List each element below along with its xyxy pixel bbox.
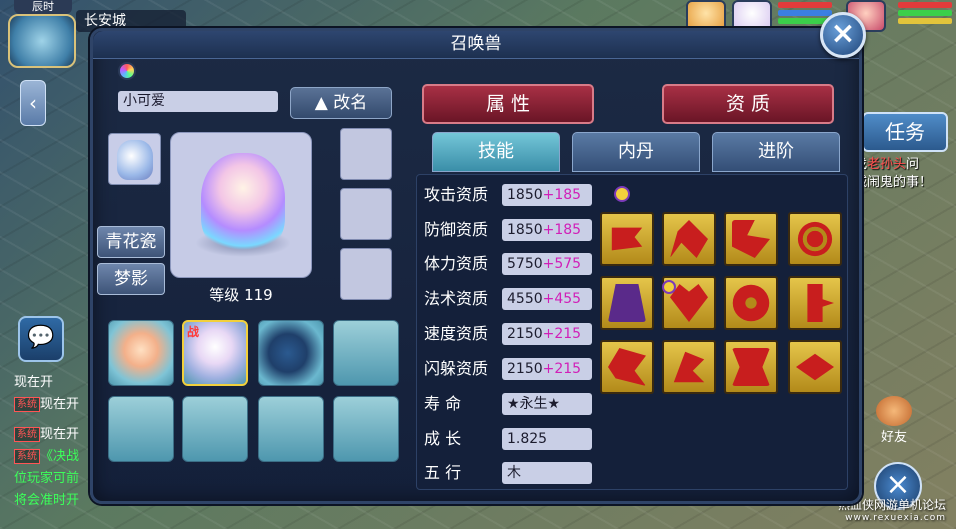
system-tag: 系统 xyxy=(14,449,40,464)
skin-button-qinghuaci[interactable]: 青花瓷 xyxy=(97,226,165,258)
player-mp-bar xyxy=(898,10,952,16)
skill-icon[interactable] xyxy=(600,340,654,394)
stat-label: 速度资质 xyxy=(424,324,489,343)
stat-label: 体力资质 xyxy=(424,254,489,273)
skill-icon[interactable] xyxy=(600,276,654,330)
element-value: 木 xyxy=(502,462,592,484)
lifespan-value: ★永生★ xyxy=(502,393,592,415)
stat-value: 5750+575 xyxy=(502,253,592,275)
panel-title: 召唤兽 xyxy=(450,34,502,54)
mp-bar xyxy=(778,10,832,16)
skill-icon[interactable] xyxy=(600,212,654,266)
player-sp-bar xyxy=(898,18,952,24)
pet-slot-empty[interactable] xyxy=(108,396,174,462)
chat-bubble-icon[interactable]: 💬 xyxy=(18,316,64,362)
stat-value: 1850+185 xyxy=(502,184,592,206)
stat-label: 五 行 xyxy=(424,463,462,482)
skill-icon[interactable] xyxy=(662,212,716,266)
stat-label: 攻击资质 xyxy=(424,185,489,204)
minimap-emblem[interactable] xyxy=(8,14,76,68)
skill-icon[interactable] xyxy=(724,340,778,394)
stat-value: 1850+185 xyxy=(502,219,592,241)
tab-attributes[interactable]: 属 性 xyxy=(422,84,594,124)
element-orb-icon xyxy=(118,62,136,80)
skill-icon[interactable] xyxy=(788,212,842,266)
battle-tag: 战 xyxy=(187,325,200,339)
pet-slot[interactable] xyxy=(258,320,324,386)
skill-icon[interactable] xyxy=(662,340,716,394)
stat-label: 防御资质 xyxy=(424,220,489,239)
close-panel-icon[interactable]: × xyxy=(820,12,866,58)
pet-level: 等级 119 xyxy=(209,286,273,304)
skill-upgrade-icon[interactable] xyxy=(614,186,630,202)
pet-slot-empty[interactable] xyxy=(333,396,399,462)
equipment-slot[interactable] xyxy=(340,188,392,240)
tab-skills[interactable]: 技能 xyxy=(432,132,560,172)
rename-button[interactable]: ▲ 改名 xyxy=(290,87,392,119)
system-tag: 系统 xyxy=(14,427,40,442)
collapse-arrow-icon[interactable]: ‹ xyxy=(20,80,46,126)
pet-slot[interactable] xyxy=(108,320,174,386)
game-time-label: 辰时 xyxy=(14,0,72,14)
friends-button[interactable]: 好友 xyxy=(872,396,916,446)
player-hp-bar xyxy=(898,2,952,8)
task-button[interactable]: 任务 xyxy=(862,112,948,152)
growth-value: 1.825 xyxy=(502,428,592,450)
equipment-slot[interactable] xyxy=(340,128,392,180)
system-tag: 系统 xyxy=(14,397,40,412)
task-description[interactable]: 找老孙头问 城闹鬼的事！ xyxy=(854,156,944,192)
pet-slot-active[interactable]: 战 xyxy=(182,320,248,386)
tab-inner-pill[interactable]: 内丹 xyxy=(572,132,700,172)
skin-button-mengying[interactable]: 梦影 xyxy=(97,263,165,295)
stat-value: 2150+215 xyxy=(502,358,592,380)
pet-mini-icon[interactable] xyxy=(108,133,161,185)
pet-slot-empty[interactable] xyxy=(333,320,399,386)
pet-slot-empty[interactable] xyxy=(182,396,248,462)
skill-icon[interactable] xyxy=(724,212,778,266)
stat-label: 法术资质 xyxy=(424,289,489,308)
equipment-slot[interactable] xyxy=(340,248,392,300)
stat-value: 4550+455 xyxy=(502,288,592,310)
pet-portrait xyxy=(170,132,312,278)
stat-label: 成 长 xyxy=(424,429,462,448)
skill-icon[interactable] xyxy=(788,340,842,394)
pet-name-field[interactable]: 小可爱 xyxy=(118,91,278,112)
hp-bar xyxy=(778,2,832,8)
skill-icon[interactable] xyxy=(788,276,842,330)
tab-advance[interactable]: 进阶 xyxy=(712,132,840,172)
skill-upgrade-icon[interactable] xyxy=(662,280,676,294)
stat-value: 2150+215 xyxy=(502,323,592,345)
handshake-icon xyxy=(876,396,912,426)
stat-label: 寿 命 xyxy=(424,394,462,413)
panel-header: 召唤兽 xyxy=(93,31,859,59)
skill-icon[interactable] xyxy=(724,276,778,330)
stat-label: 闪躲资质 xyxy=(424,359,489,378)
pet-slot-empty[interactable] xyxy=(258,396,324,462)
tab-aptitude[interactable]: 资 质 xyxy=(662,84,834,124)
